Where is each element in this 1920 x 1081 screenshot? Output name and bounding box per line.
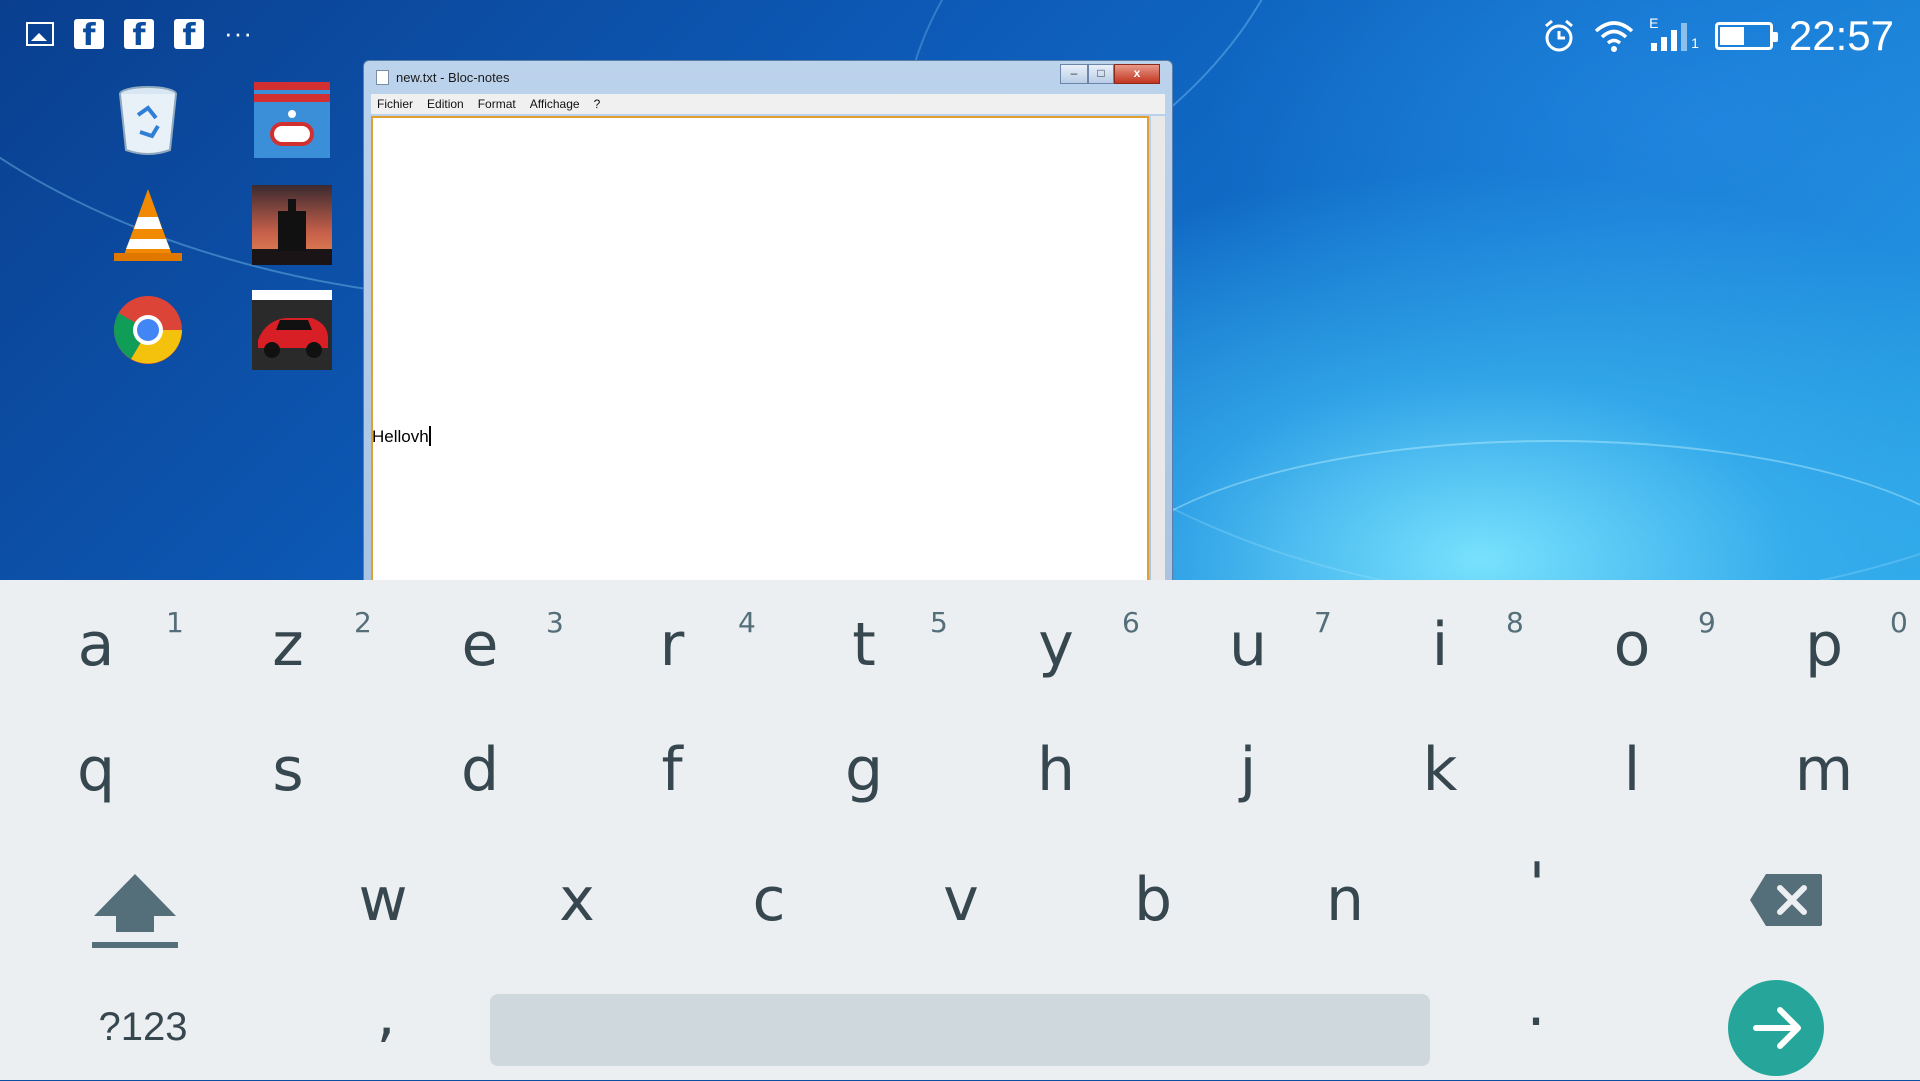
enter-button[interactable]	[1728, 980, 1824, 1076]
key-p[interactable]: p0	[1774, 606, 1908, 680]
notepad-window[interactable]: new.txt - Bloc-notes – □ x Fichier Editi…	[363, 60, 1173, 591]
key-z[interactable]: z2	[238, 606, 372, 680]
key-e[interactable]: e3	[430, 606, 564, 680]
clock: 22:57	[1788, 12, 1894, 59]
wifi-icon	[1594, 21, 1634, 52]
key-m[interactable]: m	[1774, 735, 1874, 805]
shift-icon[interactable]	[90, 870, 180, 950]
key-o[interactable]: o9	[1582, 606, 1716, 680]
key-u[interactable]: u7	[1198, 606, 1332, 680]
facebook-icon: f	[124, 18, 154, 52]
key-d[interactable]: d	[430, 735, 530, 805]
maximize-button[interactable]: □	[1088, 64, 1114, 84]
notepad-app-icon	[376, 70, 389, 85]
battery-icon	[1714, 22, 1778, 50]
menu-format[interactable]: Format	[478, 94, 516, 114]
minimize-button[interactable]: –	[1060, 64, 1088, 84]
key-y[interactable]: y6	[1006, 606, 1140, 680]
key-j[interactable]: j	[1198, 735, 1298, 805]
game-silhouette-icon[interactable]	[252, 185, 332, 265]
winrar-icon[interactable]	[252, 80, 332, 160]
text-caret	[428, 426, 431, 446]
facebook-icon: f	[74, 18, 104, 52]
key-k[interactable]: k	[1390, 735, 1490, 805]
backspace-icon[interactable]	[1748, 872, 1824, 928]
network-type-label: E	[1649, 15, 1659, 31]
text-editor-area[interactable]	[371, 116, 1149, 591]
window-title: new.txt - Bloc-notes	[396, 70, 510, 85]
key-n[interactable]: n	[1295, 865, 1395, 935]
key-q[interactable]: q	[46, 735, 146, 805]
editor-text: Hellovh	[372, 426, 431, 447]
key-b[interactable]: b	[1103, 865, 1203, 935]
arrow-right-icon	[1753, 1007, 1801, 1049]
facebook-icon: f	[174, 18, 204, 52]
vlc-icon[interactable]	[108, 185, 188, 265]
key-c[interactable]: c	[719, 865, 819, 935]
key-v[interactable]: v	[911, 865, 1011, 935]
menu-help[interactable]: ?	[594, 94, 601, 114]
key-g[interactable]: g	[814, 735, 914, 805]
menu-edition[interactable]: Edition	[427, 94, 464, 114]
key-w[interactable]: w	[333, 865, 433, 935]
onscreen-keyboard: a1 z2 e3 r4 t5 y6 u7 i8 o9 p0 q s d f g …	[0, 580, 1920, 1080]
key-a[interactable]: a1	[46, 606, 184, 680]
more-notifications-icon: ···	[224, 18, 253, 48]
key-l[interactable]: l	[1582, 735, 1682, 805]
editor-content: Hellovh	[372, 427, 429, 446]
menu-bar: Fichier Edition Format Affichage ?	[371, 94, 1165, 114]
vertical-scrollbar[interactable]	[1151, 116, 1165, 591]
menu-fichier[interactable]: Fichier	[377, 94, 413, 114]
close-button[interactable]: x	[1114, 64, 1160, 84]
key-t[interactable]: t5	[814, 606, 948, 680]
key-h[interactable]: h	[1006, 735, 1106, 805]
key-i[interactable]: i8	[1390, 606, 1524, 680]
key-f[interactable]: f	[622, 735, 722, 805]
alarm-icon	[1545, 19, 1574, 52]
key-period[interactable]: .	[1486, 970, 1586, 1040]
key-comma[interactable]: ,	[336, 980, 436, 1050]
key-apostrophe[interactable]: '	[1487, 850, 1587, 920]
key-x[interactable]: x	[527, 865, 627, 935]
spacebar[interactable]	[490, 994, 1430, 1066]
sim-slot-label: 1	[1691, 35, 1699, 51]
key-s[interactable]: s	[238, 735, 338, 805]
race-car-game-icon[interactable]	[252, 290, 332, 370]
symbols-key[interactable]: ?123	[88, 1005, 198, 1050]
chrome-icon[interactable]	[108, 290, 188, 370]
key-r[interactable]: r4	[622, 606, 756, 680]
cell-signal-icon: E 1	[1649, 15, 1699, 51]
gallery-icon	[26, 21, 54, 46]
menu-affichage[interactable]: Affichage	[530, 94, 580, 114]
recycle-bin-icon[interactable]	[108, 80, 188, 160]
